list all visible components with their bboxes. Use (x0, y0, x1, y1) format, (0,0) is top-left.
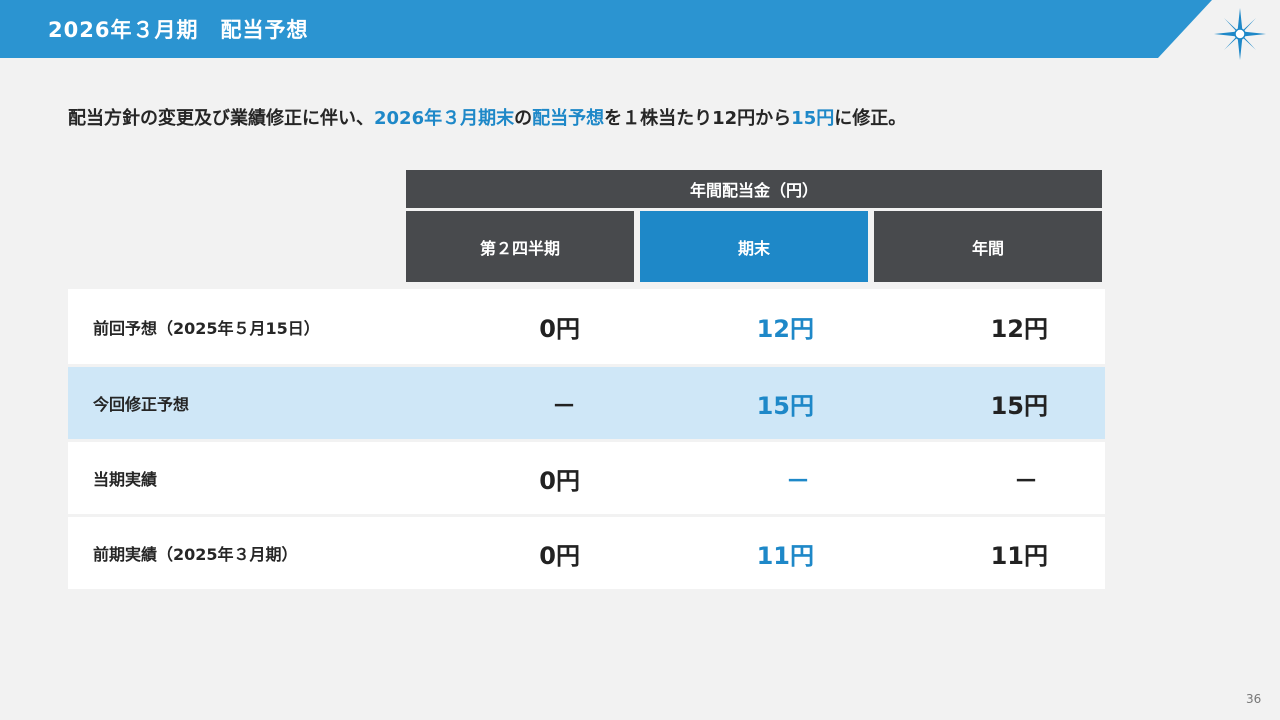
lead-text-3: を１株当たり12円から (604, 108, 792, 129)
column-header-year-end: 期末 (640, 211, 868, 282)
table-group-header: 年間配当金（円） (406, 170, 1102, 208)
cell-annual: 12円 (990, 315, 1048, 343)
cell-q2: 0円 (539, 466, 580, 495)
column-header-q2: 第２四半期 (406, 211, 634, 282)
lead-highlight-period: 2026年３月期末 (374, 108, 515, 129)
row-label: 当期実績 (93, 470, 158, 489)
header-banner: 2026年３月期 配当予想 (0, 0, 1280, 58)
table-row-prior-actual: 前期実績（2025年３月期） 0円 11円 11円 (68, 517, 1105, 589)
cell-q2: 0円 (539, 315, 580, 343)
lead-text-1: 配当方針の変更及び業績修正に伴い、 (68, 108, 374, 129)
cell-year-end: 15円 (756, 391, 814, 420)
lead-highlight-forecast: 配当予想 (532, 108, 605, 129)
cell-year-end: 11円 (756, 541, 814, 570)
table-row-current-actual: 当期実績 0円 － － (68, 442, 1105, 514)
cell-annual: 15円 (990, 391, 1048, 420)
cell-q2: 0円 (539, 541, 580, 570)
row-label: 今回修正予想 (93, 395, 190, 414)
lead-sentence: 配当方針の変更及び業績修正に伴い、2026年３月期末の配当予想を１株当たり12円… (68, 104, 906, 130)
column-header-annual: 年間 (874, 211, 1102, 282)
row-label: 前回予想（2025年５月15日） (93, 318, 320, 338)
cell-annual: 11円 (990, 541, 1048, 570)
table-row-revised-forecast: 今回修正予想 － 15円 15円 (68, 367, 1105, 439)
compass-star-icon (1214, 8, 1266, 60)
cell-year-end: － (786, 466, 810, 495)
table-row-previous-forecast: 前回予想（2025年５月15日） 0円 12円 12円 (68, 289, 1105, 364)
cell-year-end: 12円 (756, 315, 814, 343)
lead-highlight-amount: 15円 (791, 108, 835, 129)
lead-text-4: に修正。 (834, 108, 907, 129)
lead-text-2: の (514, 108, 533, 129)
row-label: 前期実績（2025年３月期） (93, 545, 298, 564)
cell-annual: － (1014, 466, 1038, 495)
page-number: 36 (1246, 692, 1262, 706)
page-title: 2026年３月期 配当予想 (48, 18, 309, 42)
cell-q2: － (552, 391, 576, 420)
